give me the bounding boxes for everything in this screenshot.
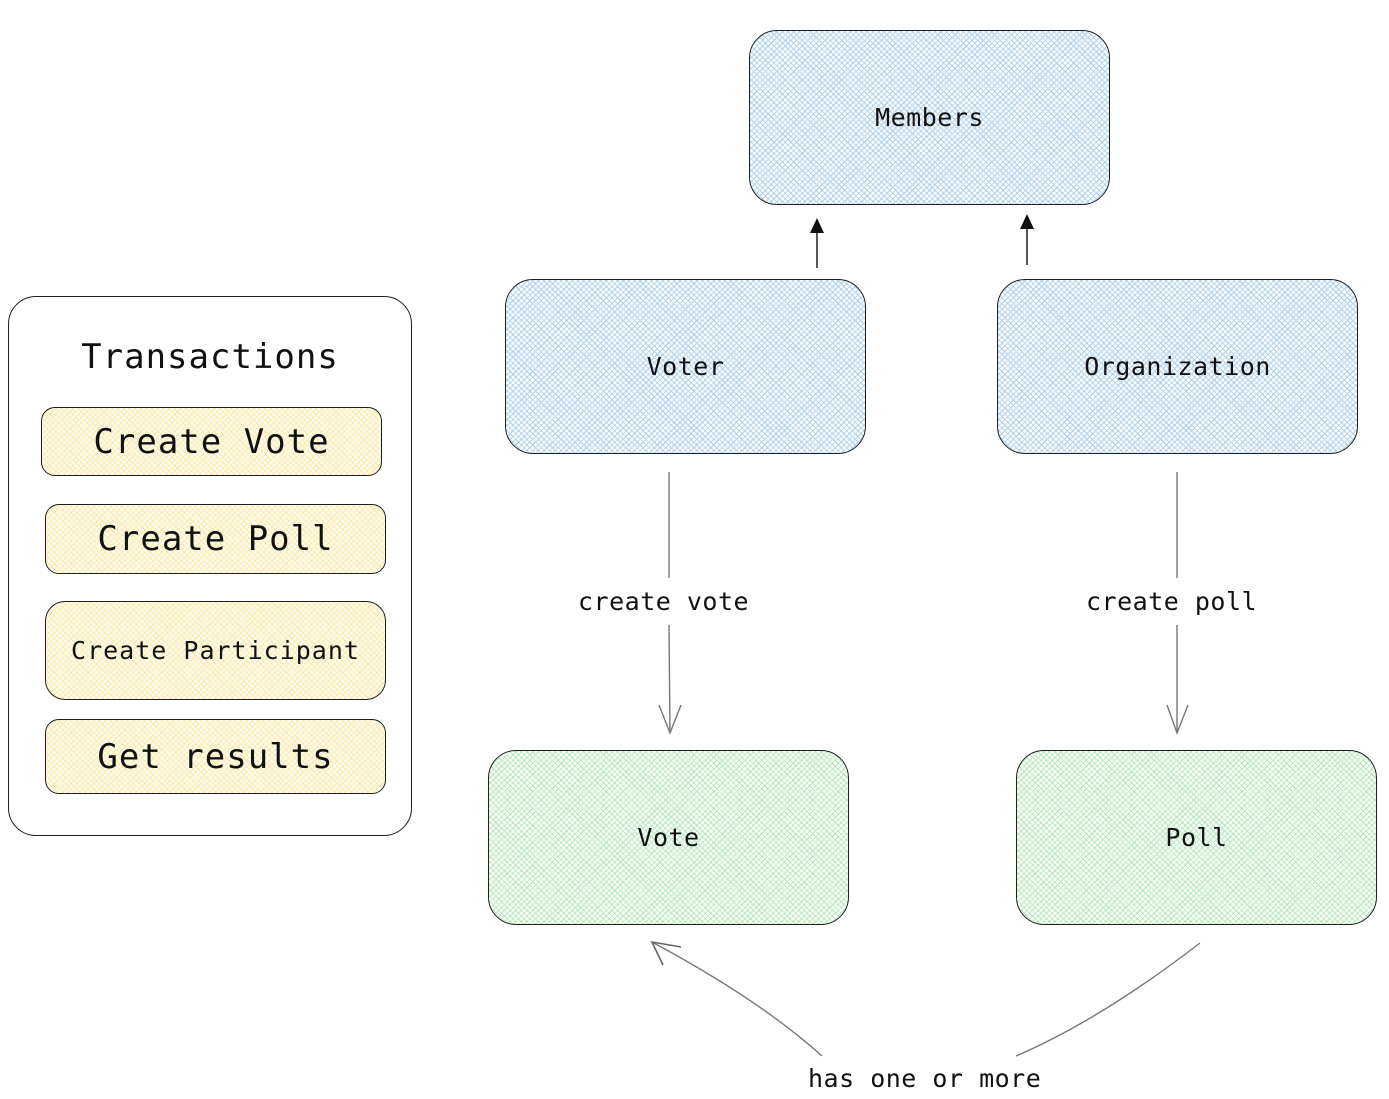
button-label: Create Poll (97, 519, 334, 559)
create-participant-button[interactable]: Create Participant (45, 601, 386, 700)
entity-label: Members (875, 103, 984, 132)
arrowhead-filled-icon (810, 218, 824, 233)
entity-label: Voter (646, 352, 725, 381)
edge-has-one-or-more-left (651, 941, 823, 1057)
entity-label: Poll (1165, 823, 1228, 852)
edge-label-create-poll: create poll (1086, 587, 1258, 616)
create-vote-button[interactable]: Create Vote (41, 407, 382, 476)
entity-poll[interactable]: Poll (1016, 750, 1377, 925)
edge-create-vote-lower (668, 624, 671, 734)
arrowhead-open-icon (658, 704, 682, 735)
entity-organization[interactable]: Organization (997, 279, 1358, 454)
entity-label: Organization (1084, 352, 1271, 381)
edge-label-create-vote: create vote (578, 587, 750, 616)
button-label: Get results (97, 736, 334, 777)
entity-members[interactable]: Members (749, 30, 1110, 205)
entity-label: Vote (637, 823, 700, 852)
create-poll-button[interactable]: Create Poll (45, 504, 386, 574)
arrowhead-open-icon (650, 940, 682, 966)
arrowhead-filled-icon (1020, 214, 1034, 229)
get-results-button[interactable]: Get results (45, 719, 386, 794)
entity-vote[interactable]: Vote (488, 750, 849, 925)
edge-has-one-or-more-right (1015, 942, 1201, 1057)
edge-label-has-one-or-more: has one or more (808, 1064, 1042, 1093)
button-label: Create Vote (93, 421, 330, 462)
button-label: Create Participant (71, 636, 360, 665)
transactions-title: Transactions (81, 337, 339, 377)
arrowhead-open-icon (1166, 704, 1189, 735)
transactions-panel: Transactions Create Vote Create Poll Cre… (8, 296, 412, 836)
entity-voter[interactable]: Voter (505, 279, 866, 454)
